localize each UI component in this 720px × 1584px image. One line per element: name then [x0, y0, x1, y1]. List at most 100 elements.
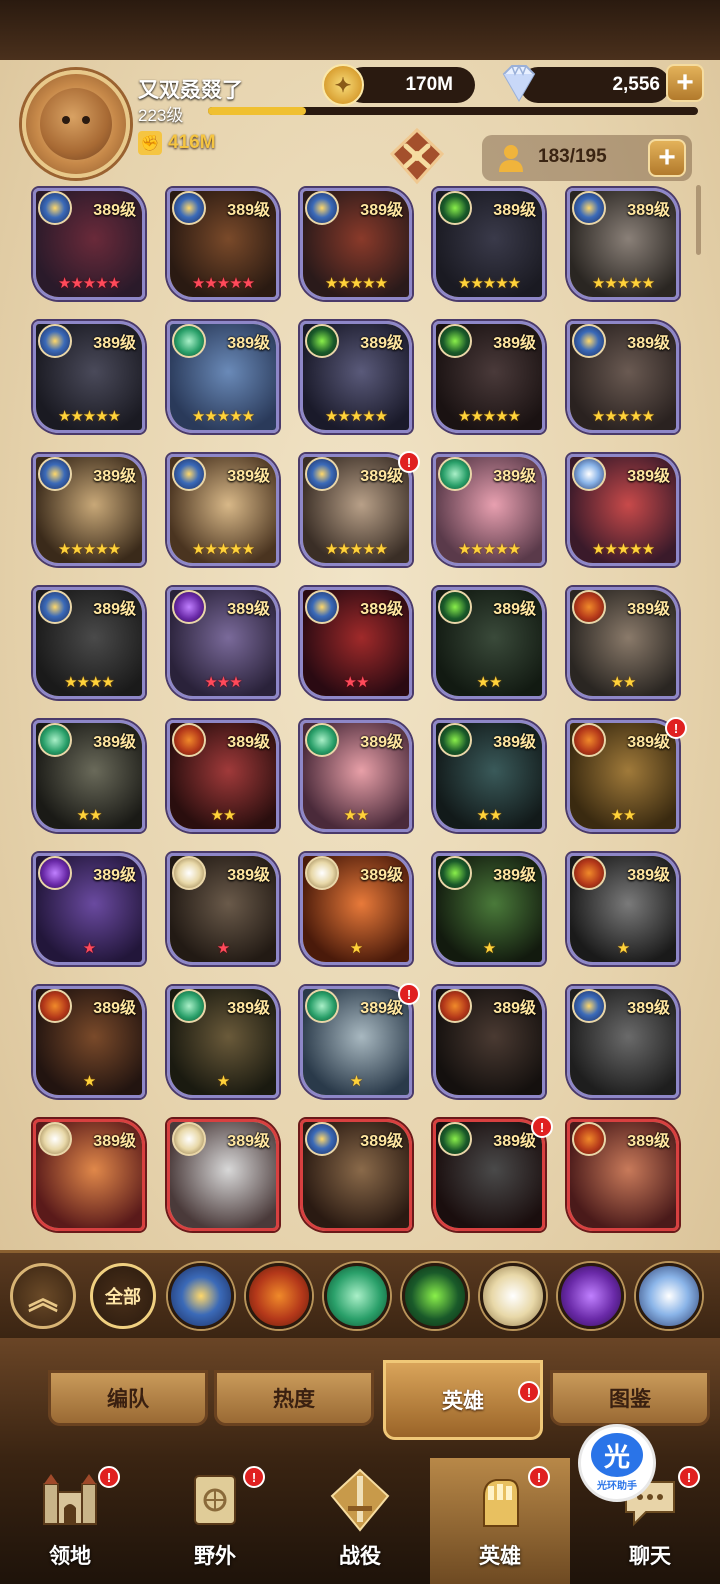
filter-mauler-button[interactable] — [246, 1263, 312, 1329]
filter-lightbearer-button[interactable] — [168, 1263, 234, 1329]
hero-star-rating: ★ — [216, 1073, 230, 1090]
nav-label: 野外 — [194, 1545, 236, 1568]
nav-label: 英雄 — [479, 1545, 521, 1568]
hero-level: 389级 — [493, 734, 536, 751]
lightbearer-faction-icon — [572, 989, 606, 1023]
wilder-faction-icon — [438, 1122, 472, 1156]
filter-wilder-green-button[interactable] — [324, 1263, 390, 1329]
collapse-filter-button[interactable]: ︽ — [10, 1263, 76, 1329]
lightbearer-faction-icon — [172, 457, 206, 491]
tab-label: 热度 — [273, 1388, 315, 1411]
filter-dimensional-button[interactable] — [636, 1263, 702, 1329]
hero-level: 389级 — [93, 335, 136, 352]
tab-label: 英雄 — [442, 1390, 484, 1413]
tab-2[interactable]: 英雄 — [383, 1360, 543, 1440]
tab-3[interactable]: 图鉴 — [550, 1370, 710, 1426]
hero-star-rating: ★★★★★ — [57, 408, 121, 425]
lightbearer-faction-icon — [172, 191, 206, 225]
hero-level: 389级 — [493, 1133, 536, 1150]
tab-0[interactable]: 编队 — [48, 1370, 208, 1426]
hero-level: 389级 — [627, 734, 670, 751]
fist-icon: ✊ — [138, 131, 162, 155]
wilder-green-faction-icon — [305, 989, 339, 1023]
hero-level: 389级 — [493, 1000, 536, 1017]
hero-level: 389级 — [227, 601, 270, 618]
combat-power-value: 416M — [168, 132, 216, 153]
graveborn-faction-icon — [38, 856, 72, 890]
lightbearer-faction-icon — [305, 590, 339, 624]
lightbearer-faction-icon — [38, 457, 72, 491]
hero-level: 389级 — [227, 335, 270, 352]
hero-star-rating: ★ — [349, 940, 363, 957]
nav-item-1[interactable]: 野外! — [145, 1458, 285, 1584]
hero-star-rating: ★★ — [610, 807, 637, 824]
hero-star-rating: ★ — [482, 940, 496, 957]
mauler-faction-icon — [572, 1122, 606, 1156]
notification-badge: ! — [398, 983, 420, 1005]
hero-star-rating: ★★ — [210, 807, 237, 824]
nav-item-0[interactable]: 领地! — [0, 1458, 140, 1584]
hero-level: 389级 — [627, 468, 670, 485]
hero-level: 389级 — [493, 601, 536, 618]
nav-item-2[interactable]: 战役 — [290, 1458, 430, 1584]
xp-bar-fill — [208, 107, 306, 115]
hero-level: 389级 — [360, 601, 403, 618]
notification-badge: ! — [665, 717, 687, 739]
lightbearer-faction-icon — [305, 191, 339, 225]
gold-value: 170M — [405, 74, 453, 95]
hero-level: 389级 — [93, 734, 136, 751]
hero-star-rating: ★ — [616, 940, 630, 957]
avatar-eye — [82, 116, 90, 124]
assistant-floating-button[interactable]: 光 光环助手 — [578, 1424, 656, 1502]
dimensional-faction-icon — [572, 457, 606, 491]
hero-emblem-icon — [388, 126, 446, 186]
gold-counter: 170M — [345, 67, 475, 103]
hero-level: 389级 — [227, 202, 270, 219]
hero-star-rating: ★ — [349, 1073, 363, 1090]
hero-star-rating: ★★★★★ — [324, 541, 388, 558]
hero-star-rating: ★★ — [476, 807, 503, 824]
hero-level: 389级 — [493, 335, 536, 352]
hero-level: 389级 — [227, 1000, 270, 1017]
filter-all-label: 全部 — [105, 1287, 141, 1307]
hero-star-rating: ★★★★ — [64, 674, 115, 691]
hero-star-rating: ★★★★★ — [457, 275, 521, 292]
xp-bar — [208, 107, 698, 115]
nav-item-3[interactable]: 英雄! — [430, 1458, 570, 1584]
hero-star-rating: ★★★★★ — [591, 275, 655, 292]
tab-1[interactable]: 热度 — [214, 1370, 374, 1426]
filter-graveborn-button[interactable] — [558, 1263, 624, 1329]
mauler-faction-icon — [572, 723, 606, 757]
wilder-green-faction-icon — [438, 457, 472, 491]
nav-label: 领地 — [49, 1545, 91, 1568]
avatar[interactable] — [22, 70, 130, 178]
notification-badge: ! — [528, 1466, 550, 1488]
notification-badge: ! — [398, 451, 420, 473]
hero-grid: 389级 ★★★★★ 389级 ★★★★★ 389级 ★★★★★ 389级 ★★★★★ 389级… — [0, 185, 720, 1245]
mauler-faction-icon — [172, 723, 206, 757]
expand-roster-button[interactable]: + — [648, 139, 686, 177]
buy-diamonds-button[interactable]: + — [666, 64, 704, 102]
filter-all-button[interactable]: 全部 — [90, 1263, 156, 1329]
diamond-counter: 2,556 — [520, 67, 670, 103]
hero-level: 389级 — [360, 335, 403, 352]
mauler-faction-icon — [38, 989, 72, 1023]
hero-level: 389级 — [227, 468, 270, 485]
filter-celestial-button[interactable] — [480, 1263, 546, 1329]
tab-label: 图鉴 — [609, 1388, 651, 1411]
lightbearer-faction-icon — [572, 191, 606, 225]
hero-level: 389级 — [627, 1000, 670, 1017]
hero-star-rating: ★★★★★ — [324, 408, 388, 425]
hero-level: 389级 — [493, 468, 536, 485]
filter-wilder-button[interactable] — [402, 1263, 468, 1329]
hero-level: 389级 — [493, 867, 536, 884]
person-icon — [499, 145, 523, 172]
hero-level: 389级 — [493, 202, 536, 219]
hero-level: 389级 — [360, 1133, 403, 1150]
assistant-icon: 光 — [591, 1433, 643, 1477]
hero-star-rating: ★★ — [343, 807, 370, 824]
gold-coin-icon: ✦ — [322, 64, 364, 106]
avatar-eye — [62, 116, 70, 124]
hero-level: 389级 — [360, 202, 403, 219]
lightbearer-faction-icon — [38, 324, 72, 358]
